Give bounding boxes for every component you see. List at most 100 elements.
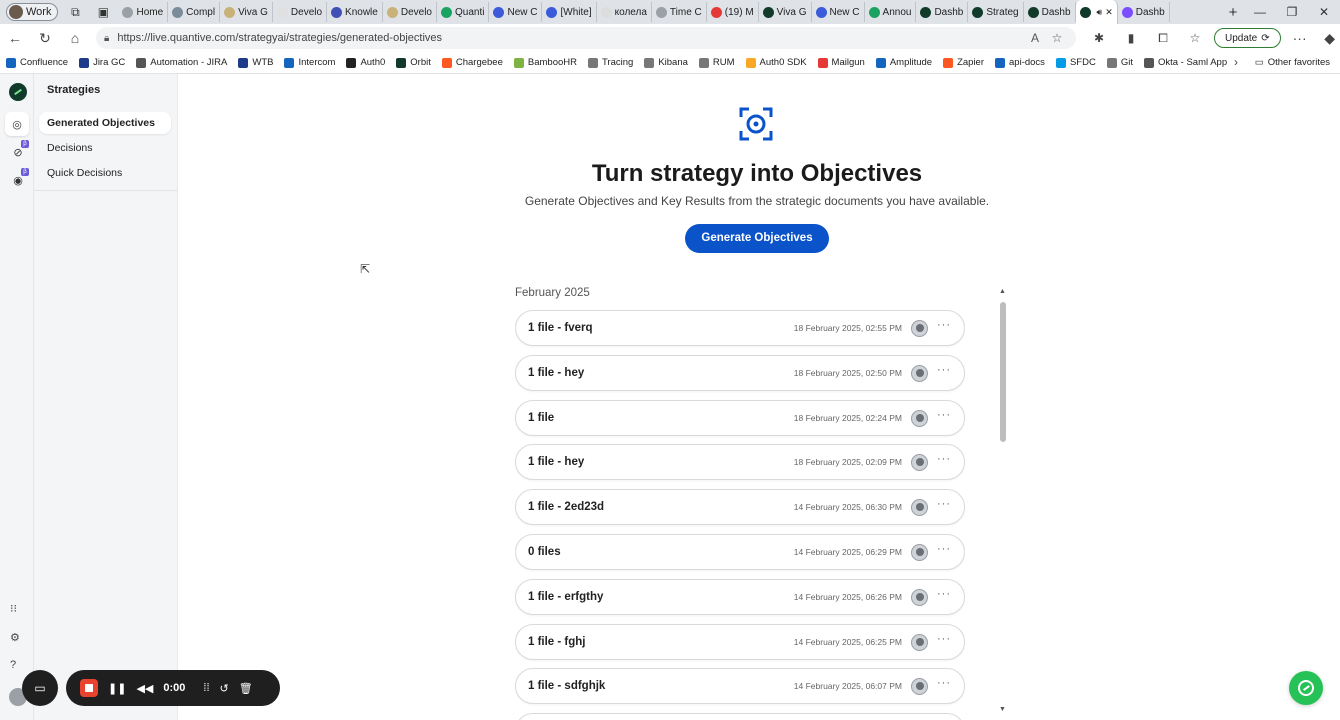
copilot-icon[interactable]: ◆ bbox=[1315, 30, 1340, 47]
list-scrollbar[interactable]: ▲ ▼ bbox=[998, 288, 1008, 716]
browser-tab[interactable]: Annou bbox=[865, 2, 917, 22]
generate-objectives-button[interactable]: Generate Objectives bbox=[685, 224, 829, 253]
bookmark-item[interactable]: Zapier bbox=[943, 57, 984, 68]
assistant-fab[interactable] bbox=[1289, 671, 1323, 705]
row-more-icon[interactable]: ··· bbox=[937, 319, 951, 331]
extensions-puzzle-icon[interactable]: ⧠ bbox=[1148, 31, 1178, 46]
restore-icon[interactable]: ❐ bbox=[1276, 5, 1308, 19]
row-more-icon[interactable]: ··· bbox=[937, 409, 951, 421]
browser-tab[interactable]: Dashb bbox=[916, 2, 969, 22]
browser-tab[interactable]: Time C bbox=[652, 2, 707, 22]
favorite-star-icon[interactable]: ☆ bbox=[1046, 31, 1068, 45]
update-button[interactable]: Update ⟳ bbox=[1214, 28, 1281, 48]
bookmark-item[interactable]: Jira GC bbox=[79, 57, 125, 68]
bookmark-item[interactable]: Amplitude bbox=[875, 57, 932, 68]
sidebar-item-quick-decisions[interactable]: Quick Decisions bbox=[39, 162, 171, 184]
browser-tab[interactable]: Home bbox=[118, 2, 169, 22]
browser-tab[interactable]: New C bbox=[812, 2, 865, 22]
quantive-logo-icon[interactable] bbox=[9, 83, 27, 101]
row-more-icon[interactable]: ··· bbox=[937, 633, 951, 645]
favorites-icon[interactable]: ☆ bbox=[1180, 31, 1210, 45]
workspaces-icon[interactable]: ⧉ bbox=[64, 3, 86, 21]
settings-more-icon[interactable]: ··· bbox=[1285, 30, 1315, 46]
reload-icon[interactable]: ↻ bbox=[30, 30, 60, 47]
bookmark-item[interactable]: WTB bbox=[238, 57, 273, 68]
bookmark-item[interactable]: RUM bbox=[698, 57, 735, 68]
scroll-down-icon[interactable]: ▼ bbox=[999, 706, 1006, 713]
bookmark-item[interactable]: Automation - JIRA bbox=[136, 57, 227, 68]
row-more-icon[interactable]: ··· bbox=[937, 677, 951, 689]
objective-row[interactable]: 0 files 14 February 2025, 06:29 PM ··· bbox=[515, 534, 965, 570]
browser-tab[interactable]: New C bbox=[489, 2, 543, 22]
close-window-icon[interactable]: ✕ bbox=[1308, 5, 1340, 19]
chevron-right-icon[interactable]: › bbox=[1234, 55, 1238, 69]
bookmark-item[interactable]: Okta - Saml App bbox=[1143, 57, 1227, 68]
url-text[interactable]: https://live.quantive.com/strategyai/str… bbox=[117, 32, 1024, 44]
pause-icon[interactable]: ❚❚ bbox=[108, 682, 126, 695]
browser-tab[interactable]: Knowle bbox=[327, 2, 383, 22]
row-more-icon[interactable]: ··· bbox=[937, 453, 951, 465]
strategy-target-icon[interactable]: ◎ bbox=[5, 112, 29, 136]
new-tab-button[interactable]: + bbox=[1222, 4, 1244, 21]
minimize-icon[interactable]: — bbox=[1244, 5, 1276, 19]
objective-row[interactable]: 1 file - sdfghjk 14 February 2025, 06:07 … bbox=[515, 668, 965, 705]
bookmark-item[interactable]: Tracing bbox=[587, 57, 633, 68]
objective-row[interactable]: 1 file - 2ed23d 14 February 2025, 06:30 P… bbox=[515, 489, 965, 526]
browser-tab[interactable]: Compl bbox=[168, 2, 221, 22]
bookmark-item[interactable]: Git bbox=[1106, 57, 1133, 68]
bookmark-item[interactable]: Confluence bbox=[6, 57, 68, 68]
bookmark-item[interactable]: BambooHR bbox=[513, 57, 577, 68]
objective-row[interactable]: 1 file - hey 18 February 2025, 02:09 PM ··… bbox=[515, 444, 965, 481]
browser-tab[interactable]: [White] bbox=[542, 2, 597, 22]
settings-gear-icon[interactable]: ⚙ bbox=[10, 631, 20, 644]
browser-tab[interactable]: Dashb bbox=[1024, 2, 1076, 22]
row-more-icon[interactable]: ··· bbox=[937, 543, 951, 555]
browser-tab[interactable]: Viva G bbox=[220, 2, 273, 22]
bookmark-item[interactable]: Orbit bbox=[396, 57, 431, 68]
rewind-icon[interactable]: ◀◀ bbox=[136, 682, 153, 695]
objective-row[interactable]: 1 file - erfgthy 14 February 2025, 06:26 … bbox=[515, 578, 965, 615]
lock-icon[interactable]: 🔒︎ bbox=[104, 33, 109, 44]
decisions-icon[interactable]: ⊘ β bbox=[10, 140, 29, 160]
restart-icon[interactable]: ↺ bbox=[220, 682, 229, 695]
sidebar-item-generated-objectives[interactable]: Generated Objectives bbox=[39, 112, 171, 134]
extension-icon[interactable]: ✱ bbox=[1084, 31, 1114, 45]
bookmark-item[interactable]: Intercom bbox=[284, 57, 335, 68]
bookmark-item[interactable]: SFDC bbox=[1055, 57, 1096, 68]
close-tab-icon[interactable]: ✕ bbox=[1105, 7, 1113, 18]
camera-icon[interactable]: ▭ bbox=[22, 670, 58, 706]
browser-tab[interactable]: (19) M bbox=[707, 2, 759, 22]
apps-grid-icon[interactable]: ⁝⁝ bbox=[10, 602, 17, 615]
help-icon[interactable]: ? bbox=[10, 659, 16, 671]
stop-recording-button[interactable] bbox=[80, 679, 98, 697]
scrollbar-thumb[interactable] bbox=[1000, 302, 1006, 442]
browser-tab[interactable]: 🔊︎ ✕ bbox=[1075, 0, 1118, 24]
bookmark-item[interactable]: Auth0 SDK bbox=[745, 57, 807, 68]
extension-icon[interactable]: ▮ bbox=[1116, 31, 1146, 45]
read-aloud-icon[interactable]: A bbox=[1024, 31, 1046, 45]
scroll-up-icon[interactable]: ▲ bbox=[999, 288, 1006, 295]
profile-button[interactable]: Work bbox=[6, 3, 59, 21]
browser-tab[interactable]: колела bbox=[597, 2, 652, 22]
objective-row[interactable]: 1 file - hey 18 February 2025, 02:50 PM ··… bbox=[515, 354, 965, 391]
browser-tab[interactable]: Dashb bbox=[1118, 2, 1170, 22]
objective-row[interactable] bbox=[515, 713, 965, 720]
objective-row[interactable]: 1 file - fghj 14 February 2025, 06:25 PM ·… bbox=[515, 623, 965, 660]
vertical-tabs-icon[interactable]: ▣ bbox=[92, 3, 114, 21]
objective-row[interactable]: 1 file 18 February 2025, 02:24 PM ··· bbox=[515, 399, 965, 436]
home-icon[interactable]: ⌂ bbox=[60, 30, 90, 46]
row-more-icon[interactable]: ··· bbox=[937, 364, 951, 376]
row-more-icon[interactable]: ··· bbox=[937, 588, 951, 600]
address-field[interactable]: 🔒︎ https://live.quantive.com/strategyai/… bbox=[96, 27, 1076, 49]
browser-tab[interactable]: Quanti bbox=[437, 2, 490, 22]
browser-tab[interactable]: Viva G bbox=[759, 2, 812, 22]
bookmark-item[interactable]: Kibana bbox=[644, 57, 688, 68]
objective-row[interactable]: 1 file - fverq 18 February 2025, 02:55 PM… bbox=[515, 310, 965, 346]
bookmark-item[interactable]: Chargebee bbox=[441, 57, 503, 68]
tab-audio-icon[interactable]: 🔊︎ bbox=[1097, 7, 1103, 18]
quick-decisions-icon[interactable]: ◉ β bbox=[10, 168, 29, 188]
back-icon[interactable]: ← bbox=[0, 30, 30, 46]
sidebar-item-decisions[interactable]: Decisions bbox=[39, 137, 171, 159]
browser-tab[interactable]: Strateg bbox=[968, 2, 1024, 22]
bookmark-item[interactable]: api-docs bbox=[995, 57, 1045, 68]
